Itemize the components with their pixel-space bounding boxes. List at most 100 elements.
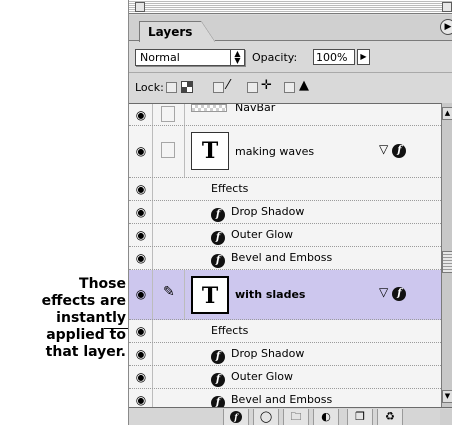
effect-row-outer-glow[interactable]: ◉ f Outer Glow bbox=[129, 224, 441, 247]
effect-row-outer-glow[interactable]: ◉ f Outer Glow bbox=[129, 366, 441, 389]
effect-name: Drop Shadow bbox=[231, 205, 305, 218]
zoom-box-icon[interactable] bbox=[442, 2, 452, 12]
new-adjustment-layer-button[interactable]: ◐ bbox=[313, 409, 339, 425]
resize-grip[interactable] bbox=[440, 409, 452, 425]
triangle-down-icon: ▽ bbox=[379, 285, 389, 299]
effect-item: f Bevel and Emboss bbox=[211, 393, 332, 407]
layer-thumbnail bbox=[191, 104, 227, 112]
eye-icon: ◉ bbox=[135, 144, 147, 158]
effect-row-drop-shadow[interactable]: ◉ f Drop Shadow bbox=[129, 201, 441, 224]
link-box bbox=[161, 106, 175, 122]
eye-icon: ◉ bbox=[135, 347, 147, 361]
effect-icon: f bbox=[211, 350, 225, 364]
effect-name: Outer Glow bbox=[231, 370, 294, 383]
effect-item: f Drop Shadow bbox=[211, 205, 304, 222]
palette-bottom-toolbar: f ◯ 🗀 ◐ ❐ ♻ bbox=[129, 407, 452, 425]
effect-icon: f bbox=[211, 396, 225, 407]
effect-row-bevel-emboss[interactable]: ◉ f Bevel and Emboss bbox=[129, 389, 441, 407]
eye-icon: ◉ bbox=[135, 228, 147, 242]
effect-icon: f bbox=[211, 231, 225, 245]
layer-row-making-waves[interactable]: ◉ T making waves ▽ f bbox=[129, 126, 441, 178]
effects-indicator[interactable]: ▽ f bbox=[379, 285, 407, 301]
visibility-cell[interactable]: ◉ bbox=[129, 270, 153, 319]
link-box bbox=[161, 142, 175, 158]
visibility-cell[interactable]: ◉ bbox=[129, 104, 153, 125]
lock-label: Lock: bbox=[135, 81, 164, 94]
visibility-cell[interactable]: ◉ bbox=[129, 126, 153, 177]
blend-mode-select[interactable]: Normal ▲ ▼ bbox=[135, 49, 245, 66]
effects-label: Effects bbox=[211, 324, 249, 337]
new-set-button[interactable]: 🗀 bbox=[283, 409, 309, 425]
effect-name: Drop Shadow bbox=[231, 347, 305, 360]
eye-icon: ◉ bbox=[135, 324, 147, 338]
effect-name: Bevel and Emboss bbox=[231, 393, 333, 406]
tab-layers[interactable]: Layers bbox=[139, 21, 215, 42]
effect-icon: f bbox=[392, 144, 407, 158]
add-mask-button[interactable]: ◯ bbox=[253, 409, 279, 425]
delete-layer-button[interactable]: ♻ bbox=[377, 409, 403, 425]
close-box-icon[interactable] bbox=[135, 2, 145, 12]
mask-icon: ◯ bbox=[259, 410, 273, 423]
visibility-cell[interactable]: ◉ bbox=[129, 366, 153, 388]
effects-row[interactable]: ◉ Effects bbox=[129, 320, 441, 343]
effects-indicator[interactable]: ▽ f bbox=[379, 142, 407, 158]
type-layer-thumbnail: T bbox=[191, 132, 229, 170]
link-cell[interactable] bbox=[153, 104, 185, 125]
effect-item: f Bevel and Emboss bbox=[211, 251, 332, 268]
options-row: Normal ▲ ▼ Opacity: 100% ▶ bbox=[129, 47, 452, 71]
visibility-cell[interactable]: ◉ bbox=[129, 178, 153, 200]
scroll-down-arrow-icon[interactable]: ▼ bbox=[442, 390, 452, 403]
effects-row[interactable]: ◉ Effects bbox=[129, 178, 441, 201]
effect-item: f Outer Glow bbox=[211, 370, 293, 387]
eye-icon: ◉ bbox=[135, 287, 147, 301]
effect-row-drop-shadow[interactable]: ◉ f Drop Shadow bbox=[129, 343, 441, 366]
layer-name: making waves bbox=[235, 145, 315, 158]
lock-transparency-checkbox[interactable] bbox=[166, 82, 177, 93]
visibility-cell[interactable]: ◉ bbox=[129, 320, 153, 342]
opacity-field[interactable]: 100% bbox=[313, 49, 355, 65]
layers-list: ◉ NavBar ◉ T making waves ▽ f ◉ Effects … bbox=[129, 103, 441, 407]
eye-icon: ◉ bbox=[135, 182, 147, 196]
annotation-caption: Those effects are instantly applied to t… bbox=[0, 276, 126, 361]
palette-tab-strip: Layers ▶ bbox=[129, 15, 452, 42]
scroll-thumb[interactable] bbox=[442, 251, 452, 273]
lock-all-checkbox[interactable] bbox=[284, 82, 295, 93]
link-cell[interactable]: ✎ bbox=[153, 270, 185, 319]
half-circle-icon: ◐ bbox=[321, 410, 331, 423]
blend-mode-value: Normal bbox=[140, 51, 180, 64]
visibility-cell[interactable]: ◉ bbox=[129, 224, 153, 246]
lock-image-checkbox[interactable] bbox=[213, 82, 224, 93]
visibility-cell[interactable]: ◉ bbox=[129, 389, 153, 407]
caption-line: effects are bbox=[41, 293, 126, 309]
eye-icon: ◉ bbox=[135, 205, 147, 219]
layer-row-navbar[interactable]: ◉ NavBar bbox=[129, 104, 441, 126]
lock-row: Lock: ⁄ ✛ ▲ bbox=[129, 72, 452, 102]
scroll-up-arrow-icon[interactable]: ▲ bbox=[442, 107, 452, 120]
triangle-right-icon: ▶ bbox=[444, 22, 452, 32]
effect-row-bevel-emboss[interactable]: ◉ f Bevel and Emboss bbox=[129, 247, 441, 270]
type-layer-thumbnail: T bbox=[191, 276, 229, 314]
effects-label: Effects bbox=[211, 182, 249, 195]
opacity-slider-button[interactable]: ▶ bbox=[357, 49, 370, 65]
effect-item: f Drop Shadow bbox=[211, 347, 304, 364]
layer-name: NavBar bbox=[235, 103, 276, 114]
eye-icon: ◉ bbox=[135, 251, 147, 265]
palette-menu-button[interactable]: ▶ bbox=[440, 19, 452, 35]
effect-icon: f bbox=[230, 411, 242, 423]
caption-line: applied to bbox=[46, 327, 126, 343]
new-layer-button[interactable]: ❐ bbox=[347, 409, 373, 425]
layer-row-with-slades[interactable]: ◉ ✎ T with slades ▽ f bbox=[129, 270, 441, 320]
effect-name: Bevel and Emboss bbox=[231, 251, 333, 264]
palette-titlebar[interactable] bbox=[129, 0, 452, 14]
vertical-scrollbar[interactable]: ▲ ▼ bbox=[441, 103, 452, 407]
add-layer-style-button[interactable]: f bbox=[223, 409, 249, 425]
effect-icon: f bbox=[211, 254, 225, 268]
link-cell[interactable] bbox=[153, 126, 185, 177]
visibility-cell[interactable]: ◉ bbox=[129, 343, 153, 365]
lock-position-checkbox[interactable] bbox=[247, 82, 258, 93]
visibility-cell[interactable]: ◉ bbox=[129, 247, 153, 269]
move-icon: ✛ bbox=[261, 78, 272, 93]
visibility-cell[interactable]: ◉ bbox=[129, 201, 153, 223]
effect-icon: f bbox=[211, 373, 225, 387]
updown-arrows-icon: ▲ ▼ bbox=[230, 50, 244, 65]
